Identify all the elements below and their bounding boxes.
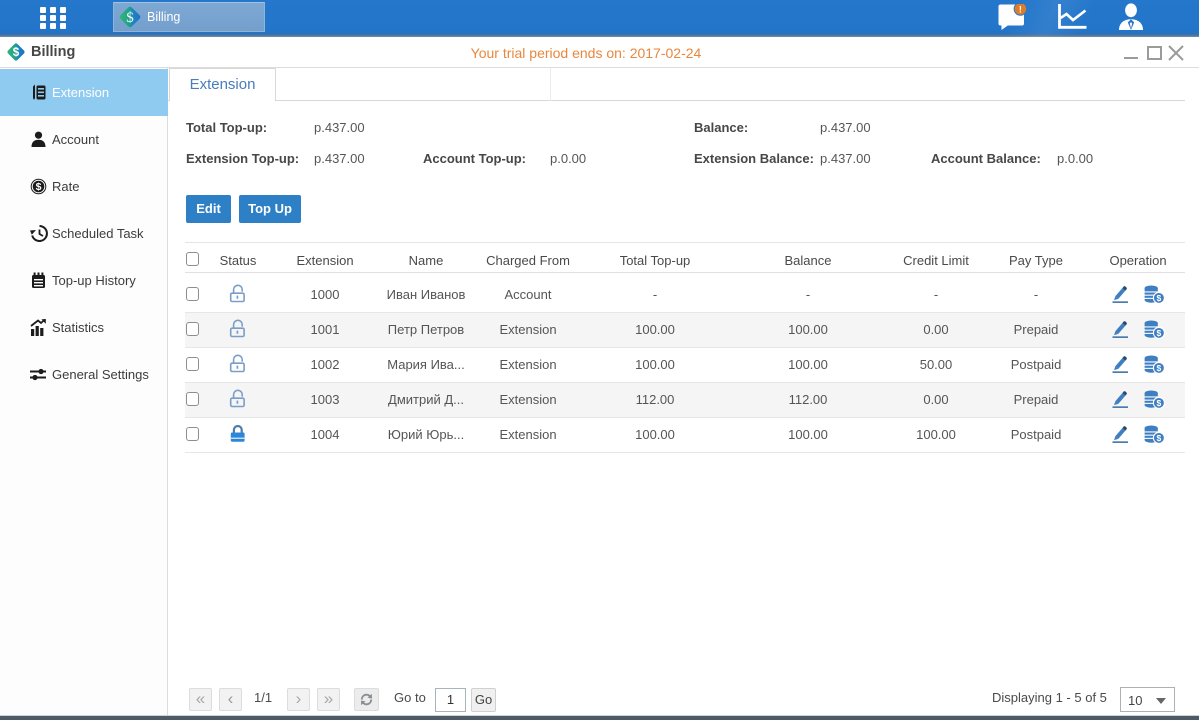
svg-text:$: $	[1157, 433, 1162, 443]
svg-text:!: !	[1019, 4, 1022, 14]
svg-text:$: $	[1157, 398, 1162, 408]
svg-text:$: $	[1157, 363, 1162, 373]
svg-text:$: $	[36, 181, 42, 193]
svg-text:$: $	[1157, 293, 1162, 303]
svg-text:$: $	[1157, 328, 1162, 338]
svg-text:$: $	[126, 10, 134, 26]
